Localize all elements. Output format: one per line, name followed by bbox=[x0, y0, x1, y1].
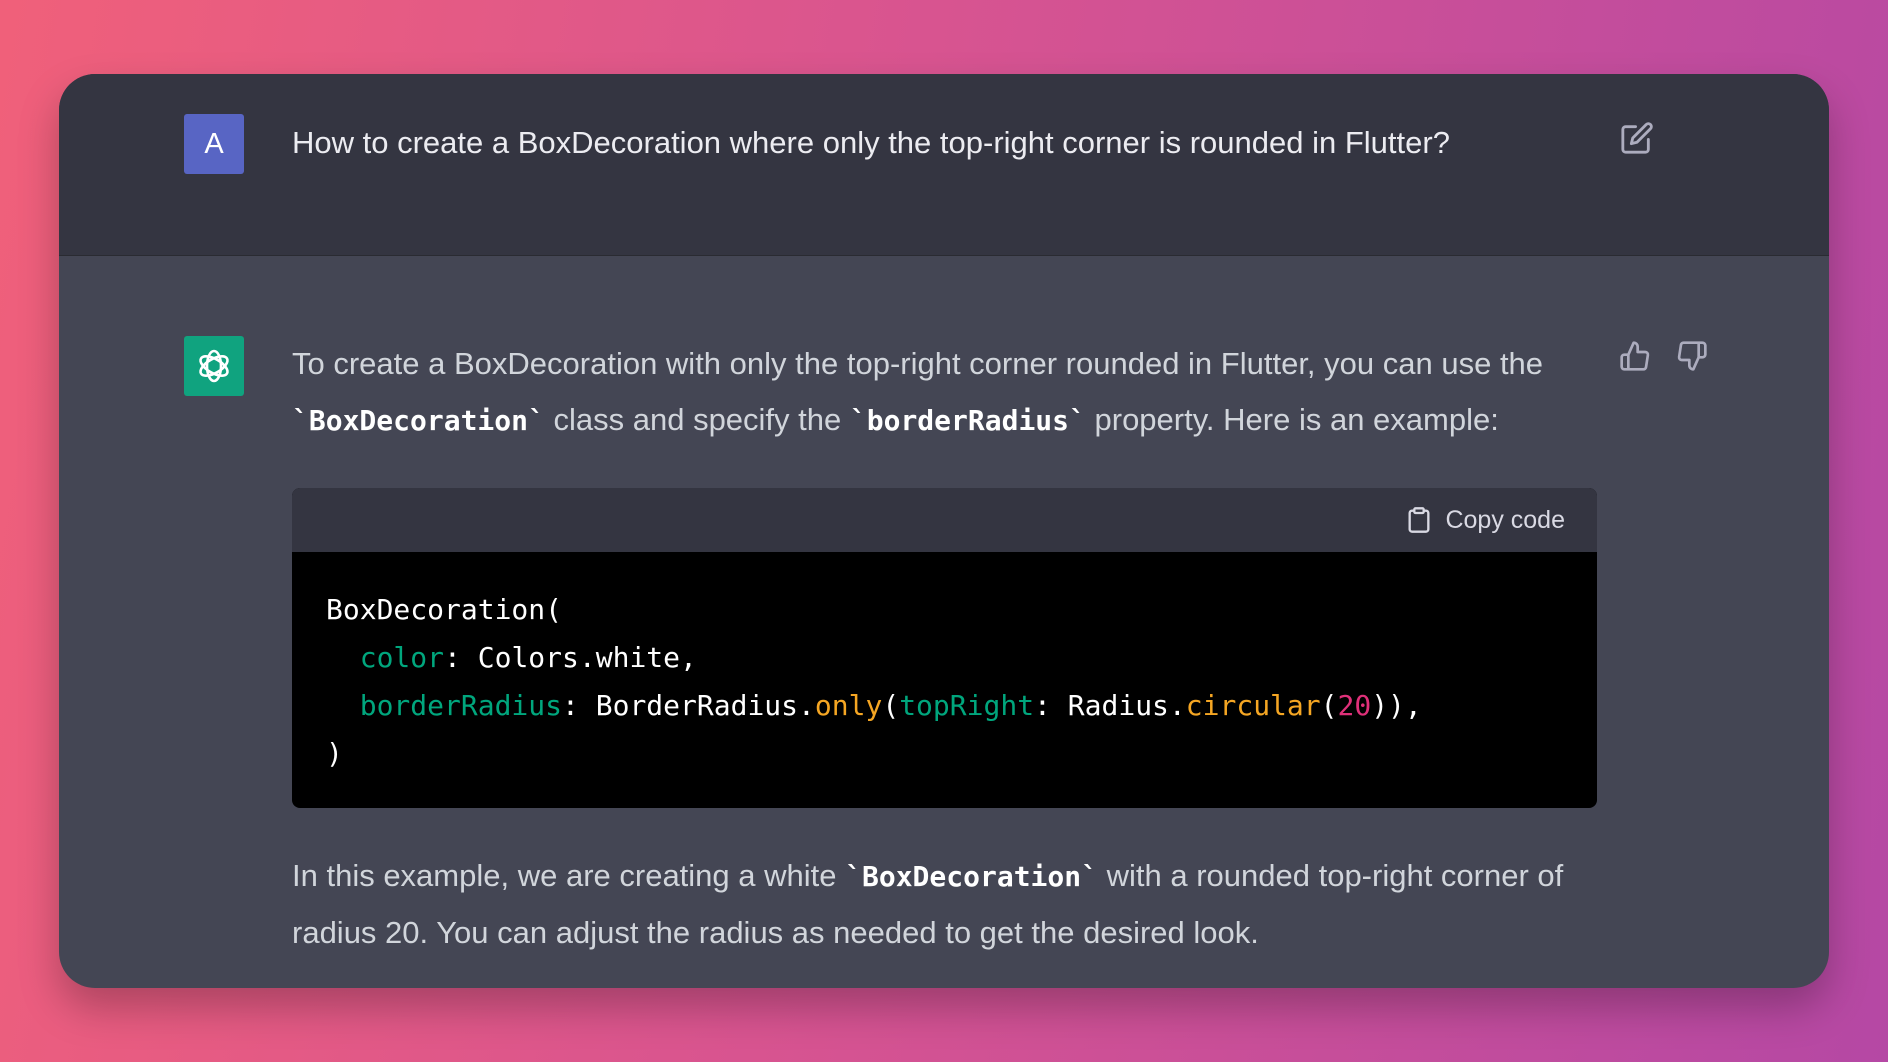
intro-text-part: property. Here is an example: bbox=[1085, 402, 1499, 437]
user-avatar: A bbox=[184, 114, 244, 174]
code-block-header: Copy code bbox=[292, 488, 1597, 552]
code-text: ) bbox=[326, 737, 343, 770]
intro-text-part: To create a BoxDecoration with only the … bbox=[292, 346, 1544, 381]
assistant-avatar bbox=[184, 336, 244, 396]
inline-code: `BoxDecoration` bbox=[292, 404, 545, 437]
edit-icon[interactable] bbox=[1620, 121, 1654, 155]
code-content: BoxDecoration( color: Colors.white, bord… bbox=[292, 552, 1597, 778]
thumbs-up-icon[interactable] bbox=[1619, 340, 1651, 372]
code-line: BoxDecoration( bbox=[326, 586, 1563, 634]
code-number: 20 bbox=[1337, 689, 1372, 722]
thumbs-down-icon[interactable] bbox=[1676, 340, 1708, 372]
code-text: : Radius. bbox=[1034, 689, 1186, 722]
outro-text-part: In this example, we are creating a white bbox=[292, 858, 846, 893]
code-text: ( bbox=[1320, 689, 1338, 722]
code-property: topRight bbox=[899, 689, 1035, 722]
code-line: ) bbox=[326, 730, 1563, 778]
copy-code-button[interactable]: Copy code bbox=[1405, 502, 1565, 538]
code-text: )), bbox=[1371, 689, 1422, 722]
code-text: BoxDecoration( bbox=[326, 593, 563, 626]
copy-code-label: Copy code bbox=[1445, 505, 1565, 534]
assistant-intro-text: To create a BoxDecoration with only the … bbox=[292, 336, 1622, 449]
code-property: borderRadius bbox=[359, 689, 563, 722]
code-line: borderRadius: BorderRadius.only(topRight… bbox=[326, 682, 1563, 730]
code-property: color bbox=[359, 641, 445, 674]
user-message-text: How to create a BoxDecoration where only… bbox=[292, 125, 1450, 160]
inline-code: `borderRadius` bbox=[849, 404, 1086, 437]
code-function: only bbox=[814, 689, 883, 722]
code-block: Copy code BoxDecoration( color: Colors.w… bbox=[292, 488, 1597, 808]
inline-code: `BoxDecoration` bbox=[845, 860, 1098, 893]
code-line: color: Colors.white, bbox=[326, 634, 1563, 682]
user-message-row: A How to create a BoxDecoration where on… bbox=[59, 74, 1829, 256]
intro-text-part: class and specify the bbox=[544, 402, 850, 437]
code-text: : Colors.white, bbox=[444, 641, 697, 674]
openai-logo-icon bbox=[199, 349, 229, 383]
code-text: : BorderRadius. bbox=[562, 689, 815, 722]
assistant-outro-text: In this example, we are creating a white… bbox=[292, 848, 1622, 961]
code-text: ( bbox=[882, 689, 900, 722]
code-function: circular bbox=[1185, 689, 1321, 722]
chat-card: A How to create a BoxDecoration where on… bbox=[59, 74, 1829, 988]
clipboard-icon bbox=[1408, 507, 1430, 533]
